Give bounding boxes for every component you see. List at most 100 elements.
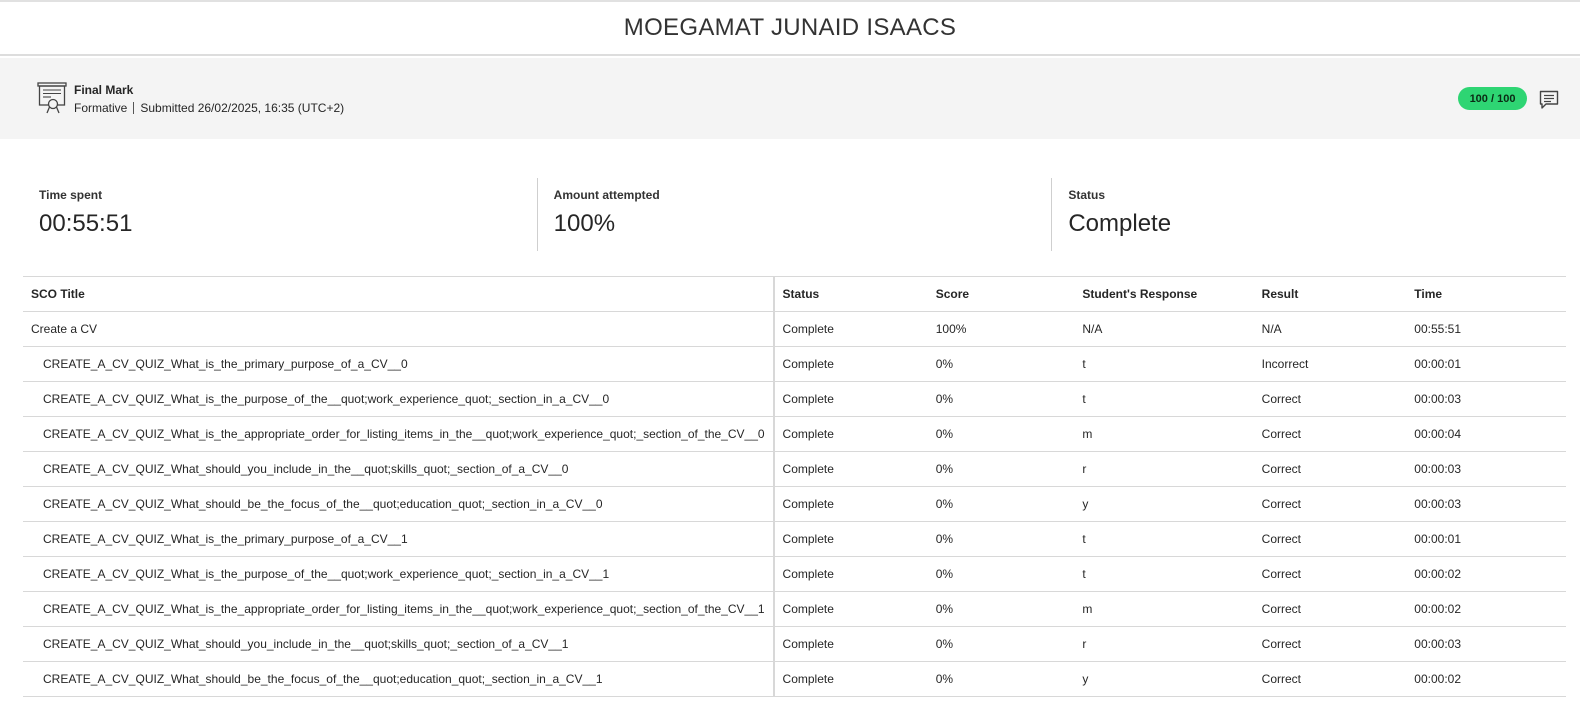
header-status[interactable]: Status <box>773 276 928 312</box>
sco-result: Correct <box>1253 521 1407 557</box>
sco-result: Correct <box>1253 486 1407 522</box>
grade-meta: Formative Submitted 26/02/2025, 16:35 (U… <box>74 101 344 115</box>
header-time[interactable]: Time <box>1406 276 1566 312</box>
sco-title: CREATE_A_CV_QUIZ_What_is_the_appropriate… <box>23 416 775 452</box>
sco-time: 00:00:02 <box>1406 661 1566 697</box>
table-row[interactable]: CREATE_A_CV_QUIZ_What_is_the_appropriate… <box>23 416 1566 452</box>
stat-value: 100% <box>553 210 616 237</box>
sco-score: 0% <box>927 591 1075 627</box>
sco-time: 00:00:03 <box>1406 486 1566 522</box>
table-row[interactable]: CREATE_A_CV_QUIZ_What_should_be_the_focu… <box>23 486 1566 522</box>
sco-result: Correct <box>1253 661 1407 697</box>
stat-label: Status <box>1068 188 1106 202</box>
sco-result: Incorrect <box>1253 346 1407 382</box>
sco-score: 0% <box>927 451 1075 487</box>
sco-response: r <box>1074 451 1254 487</box>
sco-time: 00:00:02 <box>1406 591 1566 627</box>
table-row[interactable]: CREATE_A_CV_QUIZ_What_is_the_purpose_of_… <box>23 381 1566 417</box>
table-row[interactable]: CREATE_A_CV_QUIZ_What_is_the_purpose_of_… <box>23 556 1566 592</box>
header-sco-title[interactable]: SCO Title <box>23 276 775 312</box>
sco-status: Complete <box>773 556 928 592</box>
stat-status: Status Complete <box>1051 178 1566 251</box>
sco-result: Correct <box>1253 556 1407 592</box>
grade-info: Final Mark Formative Submitted 26/02/202… <box>74 83 344 115</box>
summary-stats: Time spent 00:55:51 Amount attempted 100… <box>23 178 1566 251</box>
sco-response: t <box>1074 346 1254 382</box>
sco-status: Complete <box>773 451 928 487</box>
grade-type: Formative <box>74 101 128 115</box>
sco-time: 00:00:04 <box>1406 416 1566 452</box>
sco-table: SCO Title Status Score Student's Respons… <box>23 276 1566 697</box>
header-student-response[interactable]: Student's Response <box>1074 276 1254 312</box>
table-row[interactable]: CREATE_A_CV_QUIZ_What_is_the_primary_pur… <box>23 521 1566 557</box>
table-row[interactable]: CREATE_A_CV_QUIZ_What_is_the_primary_pur… <box>23 346 1566 382</box>
stat-value: Complete <box>1068 210 1172 237</box>
sco-score: 0% <box>927 521 1075 557</box>
sco-time: 00:00:02 <box>1406 556 1566 592</box>
sco-time: 00:00:03 <box>1406 626 1566 662</box>
table-row[interactable]: CREATE_A_CV_QUIZ_What_should_you_include… <box>23 451 1566 487</box>
submitted-date: Submitted 26/02/2025, 16:35 (UTC+2) <box>140 101 345 115</box>
sco-response: t <box>1074 381 1254 417</box>
sco-result: Correct <box>1253 451 1407 487</box>
sco-status: Complete <box>773 311 928 347</box>
sco-time: 00:55:51 <box>1406 311 1566 347</box>
meta-separator <box>133 102 135 114</box>
sco-score: 0% <box>927 416 1075 452</box>
sco-title: CREATE_A_CV_QUIZ_What_is_the_purpose_of_… <box>23 556 775 592</box>
sco-score: 0% <box>927 381 1075 417</box>
sco-status: Complete <box>773 661 928 697</box>
sco-score: 0% <box>927 346 1075 382</box>
sco-response: r <box>1074 626 1254 662</box>
sco-time: 00:00:03 <box>1406 451 1566 487</box>
sco-score: 100% <box>927 311 1075 347</box>
sco-title: CREATE_A_CV_QUIZ_What_should_be_the_focu… <box>23 486 775 522</box>
header-result[interactable]: Result <box>1253 276 1407 312</box>
sco-result: N/A <box>1253 311 1407 347</box>
sco-response: N/A <box>1074 311 1254 347</box>
sco-response: t <box>1074 521 1254 557</box>
sco-title: CREATE_A_CV_QUIZ_What_should_you_include… <box>23 451 775 487</box>
sco-score: 0% <box>927 626 1075 662</box>
title-bar: MOEGAMAT JUNAID ISAACS <box>0 2 1580 56</box>
sco-title: CREATE_A_CV_QUIZ_What_is_the_appropriate… <box>23 591 775 627</box>
table-header-row: SCO Title Status Score Student's Respons… <box>23 276 1566 312</box>
grade-title: Final Mark <box>74 83 134 97</box>
stat-label: Amount attempted <box>553 188 660 202</box>
sco-status: Complete <box>773 416 928 452</box>
sco-response: t <box>1074 556 1254 592</box>
sco-response: y <box>1074 661 1254 697</box>
sco-title: CREATE_A_CV_QUIZ_What_should_you_include… <box>23 626 775 662</box>
sco-title: Create a CV <box>23 311 775 347</box>
sco-result: Correct <box>1253 381 1407 417</box>
sco-result: Correct <box>1253 591 1407 627</box>
stat-label: Time spent <box>39 188 103 202</box>
sco-score: 0% <box>927 486 1075 522</box>
sco-response: m <box>1074 591 1254 627</box>
sco-time: 00:00:01 <box>1406 346 1566 382</box>
stat-value: 00:55:51 <box>39 210 133 237</box>
comment-icon[interactable] <box>1539 90 1559 110</box>
table-row[interactable]: Create a CV Complete 100% N/A N/A 00:55:… <box>23 311 1566 347</box>
sco-time: 00:00:03 <box>1406 381 1566 417</box>
sco-status: Complete <box>773 486 928 522</box>
stat-time-spent: Time spent 00:55:51 <box>23 178 537 251</box>
header-score[interactable]: Score <box>927 276 1075 312</box>
sco-status: Complete <box>773 626 928 662</box>
sco-status: Complete <box>773 346 928 382</box>
sco-status: Complete <box>773 381 928 417</box>
sco-title: CREATE_A_CV_QUIZ_What_should_be_the_focu… <box>23 661 775 697</box>
sco-result: Correct <box>1253 416 1407 452</box>
sco-score: 0% <box>927 556 1075 592</box>
sco-title: CREATE_A_CV_QUIZ_What_is_the_primary_pur… <box>23 346 775 382</box>
table-row[interactable]: CREATE_A_CV_QUIZ_What_should_be_the_focu… <box>23 661 1566 697</box>
score-badge: 100 / 100 <box>1458 87 1527 110</box>
table-row[interactable]: CREATE_A_CV_QUIZ_What_should_you_include… <box>23 626 1566 662</box>
certificate-icon <box>37 82 67 114</box>
table-row[interactable]: CREATE_A_CV_QUIZ_What_is_the_appropriate… <box>23 591 1566 627</box>
sco-status: Complete <box>773 591 928 627</box>
sco-title: CREATE_A_CV_QUIZ_What_is_the_primary_pur… <box>23 521 775 557</box>
stat-amount-attempted: Amount attempted 100% <box>536 178 1052 251</box>
sco-response: y <box>1074 486 1254 522</box>
sco-result: Correct <box>1253 626 1407 662</box>
